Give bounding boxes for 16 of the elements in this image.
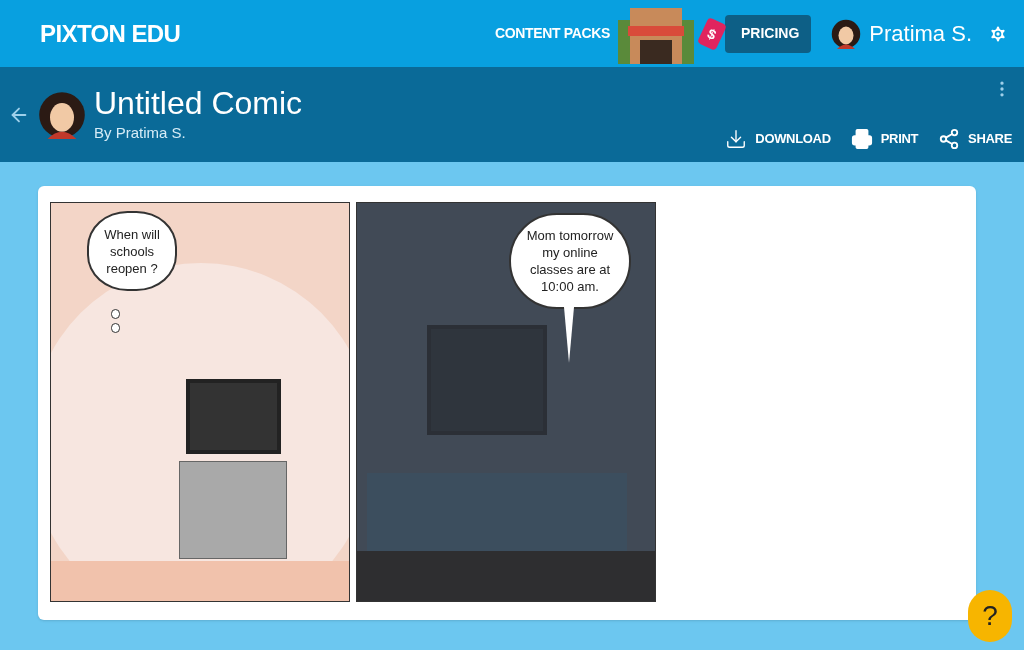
download-icon <box>725 128 748 150</box>
comic-title: Untitled Comic <box>94 84 303 123</box>
thought-bubble: When will schools reopen ? <box>87 211 177 291</box>
avatar-icon <box>831 18 862 49</box>
print-button[interactable]: PRINT <box>850 128 919 150</box>
share-button[interactable]: SHARE <box>938 128 1012 150</box>
settings-icon[interactable] <box>988 23 1008 44</box>
price-tag-icon: $ <box>696 16 727 51</box>
pricing-button[interactable]: PRICING <box>724 14 812 53</box>
download-button[interactable]: DOWNLOAD <box>725 128 831 150</box>
share-icon <box>938 128 961 150</box>
speech-bubble: Mom tomorrow my online classes are at 10:00 am. <box>509 213 631 309</box>
help-button[interactable]: ? <box>968 590 1012 642</box>
avatar-icon <box>38 90 86 139</box>
comic-byline: By Pratima S. <box>94 123 187 144</box>
print-icon <box>850 128 873 150</box>
